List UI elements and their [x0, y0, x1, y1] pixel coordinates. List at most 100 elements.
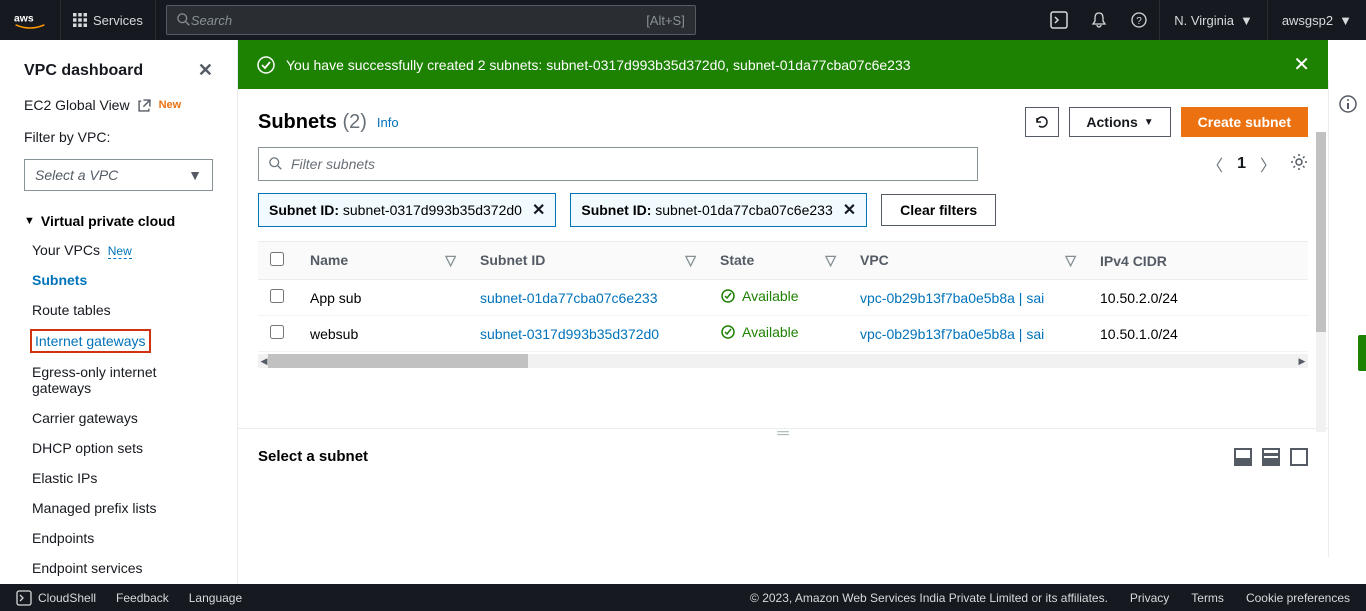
subnet-id-link[interactable]: subnet-01da77cba07c6e233 — [480, 290, 658, 306]
actions-button[interactable]: Actions▼ — [1069, 107, 1170, 137]
next-page-button[interactable]: 〉 — [1260, 152, 1276, 176]
filter-subnets-input[interactable]: Filter subnets — [258, 147, 978, 181]
vpc-section-header[interactable]: ▼ Virtual private cloud — [0, 203, 237, 235]
sort-icon[interactable]: ▽ — [685, 252, 696, 269]
state-badge: Available — [720, 288, 799, 304]
page-title: Subnets (2) — [258, 111, 367, 134]
caret-down-icon: ▼ — [1339, 13, 1352, 28]
search-icon — [269, 157, 283, 171]
sidebar-item-endpoint-services[interactable]: Endpoint services — [0, 553, 237, 583]
aws-logo[interactable]: aws — [0, 10, 60, 30]
terms-link[interactable]: Terms — [1191, 591, 1224, 605]
sidebar-item-egress-only-igw[interactable]: Egress-only internet gateways — [0, 357, 237, 403]
sidebar-item-route-tables[interactable]: Route tables — [0, 295, 237, 325]
sort-icon[interactable]: ▽ — [445, 252, 456, 269]
sidebar-item-elastic-ips[interactable]: Elastic IPs — [0, 463, 237, 493]
side-tab-icon[interactable] — [1358, 335, 1366, 371]
view-mode-split-icon[interactable] — [1262, 448, 1280, 466]
svg-text:aws: aws — [14, 14, 34, 25]
search-placeholder: Search — [191, 13, 232, 28]
page-header: Subnets (2) Info Actions▼ Create subnet — [238, 89, 1328, 147]
info-link[interactable]: Info — [377, 115, 399, 130]
view-mode-bottom-icon[interactable] — [1234, 448, 1252, 466]
vpc-filter-select[interactable]: Select a VPC ▼ — [24, 159, 213, 191]
svg-text:?: ? — [1136, 16, 1142, 27]
banner-text: You have successfully created 2 subnets:… — [286, 57, 911, 73]
caret-down-icon: ▼ — [24, 215, 35, 227]
ec2-global-view-link[interactable]: EC2 Global View — [24, 97, 130, 113]
region-selector[interactable]: N. Virginia▼ — [1159, 0, 1267, 40]
pagination: 〈 1 〉 — [1207, 152, 1308, 176]
sidebar: VPC dashboard ✕ EC2 Global View New Filt… — [0, 40, 238, 584]
cookie-prefs-link[interactable]: Cookie preferences — [1246, 591, 1350, 605]
success-banner: You have successfully created 2 subnets:… — [238, 40, 1328, 89]
sidebar-item-carrier-gateways[interactable]: Carrier gateways — [0, 403, 237, 433]
account-selector[interactable]: awsgsp2▼ — [1267, 0, 1366, 40]
table-settings-icon[interactable] — [1290, 153, 1308, 176]
search-shortcut: [Alt+S] — [646, 13, 685, 28]
sidebar-item-your-vpcs[interactable]: Your VPCs New — [0, 235, 237, 265]
cloudshell-top-icon[interactable] — [1039, 11, 1079, 29]
services-button[interactable]: Services — [60, 0, 156, 40]
info-rail — [1328, 80, 1366, 557]
copyright-text: © 2023, Amazon Web Services India Privat… — [750, 591, 1108, 605]
topbar-right: ? N. Virginia▼ awsgsp2▼ — [1039, 0, 1366, 40]
view-mode-full-icon[interactable] — [1290, 448, 1308, 466]
caret-down-icon: ▼ — [1240, 13, 1253, 28]
detail-panel: Select a subnet — [238, 438, 1328, 476]
panel-resize-handle[interactable]: ═ — [238, 428, 1328, 438]
services-grid-icon — [73, 13, 87, 27]
caret-down-icon: ▼ — [188, 167, 202, 183]
row-checkbox[interactable] — [270, 289, 284, 303]
remove-chip-icon[interactable]: ✕ — [843, 200, 856, 220]
notifications-icon[interactable] — [1079, 11, 1119, 29]
banner-close-icon[interactable]: ✕ — [1293, 52, 1310, 77]
subnets-table: Name▽ Subnet ID▽ State▽ VPC▽ IPv4 CIDR A… — [258, 241, 1308, 368]
content-area: You have successfully created 2 subnets:… — [238, 40, 1366, 584]
top-navbar: aws Services Search [Alt+S] ? N. Virgini… — [0, 0, 1366, 40]
sort-icon[interactable]: ▽ — [825, 252, 836, 269]
privacy-link[interactable]: Privacy — [1130, 591, 1169, 605]
filter-chip-subnet-2: Subnet ID: subnet-01da77cba07c6e233✕ — [570, 193, 867, 227]
feedback-link[interactable]: Feedback — [116, 591, 169, 605]
table-row[interactable]: websub subnet-0317d993b35d372d0 Availabl… — [258, 316, 1308, 352]
sort-icon[interactable]: ▽ — [1065, 252, 1076, 269]
close-sidebar-icon[interactable]: ✕ — [198, 60, 213, 81]
filter-chip-subnet-1: Subnet ID: subnet-0317d993b35d372d0✕ — [258, 193, 556, 227]
detail-title: Select a subnet — [258, 448, 368, 465]
state-badge: Available — [720, 324, 799, 340]
table-row[interactable]: App sub subnet-01da77cba07c6e233 Availab… — [258, 280, 1308, 316]
sidebar-item-dhcp-option-sets[interactable]: DHCP option sets — [0, 433, 237, 463]
sidebar-item-managed-prefix-lists[interactable]: Managed prefix lists — [0, 493, 237, 523]
search-icon — [177, 13, 191, 27]
create-subnet-button[interactable]: Create subnet — [1181, 107, 1308, 137]
global-search[interactable]: Search [Alt+S] — [166, 5, 696, 35]
sidebar-item-subnets[interactable]: Subnets — [0, 265, 237, 295]
info-rail-toggle-icon[interactable] — [1338, 94, 1358, 119]
services-label: Services — [93, 13, 143, 28]
vertical-scrollbar[interactable] — [1316, 132, 1326, 432]
clear-filters-button[interactable]: Clear filters — [881, 194, 996, 226]
help-icon[interactable]: ? — [1119, 11, 1159, 29]
subnet-id-link[interactable]: subnet-0317d993b35d372d0 — [480, 326, 659, 342]
success-check-icon — [256, 55, 276, 75]
row-checkbox[interactable] — [270, 325, 284, 339]
refresh-button[interactable] — [1025, 107, 1059, 137]
language-link[interactable]: Language — [189, 591, 242, 605]
vpc-link[interactable]: vpc-0b29b13f7ba0e5b8a | sai — [860, 326, 1044, 342]
horizontal-scrollbar[interactable]: ◀▶ — [258, 354, 1308, 368]
sidebar-item-endpoints[interactable]: Endpoints — [0, 523, 237, 553]
filter-vpc-label: Filter by VPC: — [0, 121, 237, 153]
remove-chip-icon[interactable]: ✕ — [532, 200, 545, 220]
cloudshell-link[interactable]: CloudShell — [16, 590, 96, 606]
select-all-checkbox[interactable] — [270, 252, 284, 266]
sidebar-item-internet-gateways[interactable]: Internet gateways — [30, 329, 151, 353]
caret-down-icon: ▼ — [1144, 117, 1154, 128]
new-badge: New — [159, 99, 182, 111]
footer: CloudShell Feedback Language © 2023, Ama… — [0, 584, 1366, 611]
page-number: 1 — [1237, 155, 1246, 173]
prev-page-button[interactable]: 〈 — [1207, 152, 1223, 176]
external-link-icon — [138, 99, 151, 112]
vpc-dashboard-link[interactable]: VPC dashboard — [24, 62, 143, 80]
vpc-link[interactable]: vpc-0b29b13f7ba0e5b8a | sai — [860, 290, 1044, 306]
